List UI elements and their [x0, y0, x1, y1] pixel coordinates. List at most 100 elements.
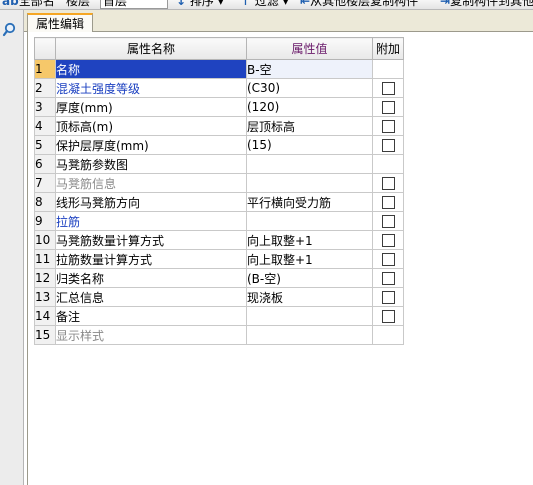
column-header-value[interactable]: 属性值 — [246, 37, 373, 60]
property-value-cell[interactable] — [246, 173, 373, 193]
extra-cell[interactable] — [372, 287, 404, 307]
extra-checkbox[interactable] — [381, 177, 395, 190]
row-number[interactable]: 11 — [34, 249, 56, 269]
extra-cell[interactable] — [372, 268, 404, 288]
property-name-cell[interactable]: 拉筋数量计算方式 — [55, 249, 247, 269]
property-name-label: 汇总信息 — [56, 290, 105, 305]
table-row[interactable]: 2 混凝土强度等级 (C30) — [34, 78, 404, 98]
extra-checkbox[interactable] — [381, 272, 395, 285]
property-name-cell[interactable]: 名称 — [55, 59, 247, 79]
property-name-cell[interactable]: 显示样式 — [55, 325, 247, 345]
extra-checkbox[interactable] — [381, 196, 395, 209]
floor-select[interactable]: 首层 — [100, 0, 168, 9]
table-row[interactable]: 7 马凳筋信息 — [34, 173, 404, 193]
property-name-cell[interactable]: 顶标高(m) — [55, 116, 247, 136]
filter-button[interactable]: ⊤ 过滤 ▾ — [240, 0, 289, 8]
extra-checkbox[interactable] — [381, 82, 395, 95]
extra-cell[interactable] — [372, 97, 404, 117]
search-button[interactable] — [2, 21, 20, 39]
extra-checkbox[interactable] — [381, 101, 395, 114]
extra-cell[interactable] — [372, 78, 404, 98]
property-name-cell[interactable]: 保护层厚度(mm) — [55, 135, 247, 155]
extra-cell[interactable] — [372, 192, 404, 212]
row-number[interactable]: 12 — [34, 268, 56, 288]
property-name-cell[interactable]: 马凳筋参数图 — [55, 154, 247, 174]
extra-checkbox[interactable] — [381, 215, 395, 228]
row-number[interactable]: 6 — [34, 154, 56, 174]
tab-property-edit[interactable]: 属性编辑 — [27, 13, 94, 33]
property-value-cell[interactable] — [246, 211, 373, 231]
property-value-cell[interactable]: (15) — [246, 135, 373, 155]
column-header-extra[interactable]: 附加 — [372, 37, 404, 60]
row-number[interactable]: 9 — [34, 211, 56, 231]
property-value-cell[interactable]: (120) — [246, 97, 373, 117]
table-row[interactable]: 11 拉筋数量计算方式 向上取整+1 — [34, 249, 404, 269]
column-header-name[interactable]: 属性名称 — [55, 37, 247, 60]
extra-checkbox[interactable] — [381, 291, 395, 304]
row-number[interactable]: 7 — [34, 173, 56, 193]
row-number[interactable]: 10 — [34, 230, 56, 250]
property-name-label: 马凳筋数量计算方式 — [56, 233, 165, 248]
property-name-label: 备注 — [56, 309, 81, 324]
property-name-cell[interactable]: 马凳筋信息 — [55, 173, 247, 193]
table-row[interactable]: 10 马凳筋数量计算方式 向上取整+1 — [34, 230, 404, 250]
table-row[interactable]: 3 厚度(mm) (120) — [34, 97, 404, 117]
property-name-label: 归类名称 — [56, 271, 105, 286]
copy-from-floor-button[interactable]: ⇤从其他楼层复制构件 — [300, 0, 418, 8]
extra-checkbox[interactable] — [381, 139, 395, 152]
table-row[interactable]: 15 显示样式 — [34, 325, 404, 345]
extra-checkbox[interactable] — [381, 120, 395, 133]
toolbar-name-button[interactable]: ab全部名 — [2, 0, 55, 8]
extra-checkbox[interactable] — [381, 310, 395, 323]
extra-cell[interactable] — [372, 249, 404, 269]
extra-cell[interactable] — [372, 173, 404, 193]
extra-cell[interactable] — [372, 306, 404, 326]
extra-checkbox[interactable] — [381, 234, 395, 247]
row-number[interactable]: 4 — [34, 116, 56, 136]
row-number[interactable]: 8 — [34, 192, 56, 212]
property-value-cell[interactable]: 向上取整+1 — [246, 230, 373, 250]
property-name-cell[interactable]: 厚度(mm) — [55, 97, 247, 117]
property-value-cell[interactable] — [246, 306, 373, 326]
table-row[interactable]: 13 汇总信息 现浇板 — [34, 287, 404, 307]
row-number[interactable]: 3 — [34, 97, 56, 117]
table-row[interactable]: 8 线形马凳筋方向 平行横向受力筋 — [34, 192, 404, 212]
property-value-cell[interactable]: 平行横向受力筋 — [246, 192, 373, 212]
property-value-cell[interactable]: 层顶标高 — [246, 116, 373, 136]
property-name-label: 马凳筋信息 — [56, 176, 117, 191]
row-number[interactable]: 15 — [34, 325, 56, 345]
property-value-cell[interactable]: B-空 — [246, 59, 373, 79]
property-name-cell[interactable]: 线形马凳筋方向 — [55, 192, 247, 212]
table-row[interactable]: 6 马凳筋参数图 — [34, 154, 404, 174]
property-value-cell[interactable]: 现浇板 — [246, 287, 373, 307]
property-name-cell[interactable]: 备注 — [55, 306, 247, 326]
row-number[interactable]: 1 — [34, 59, 56, 79]
extra-cell[interactable] — [372, 211, 404, 231]
extra-cell[interactable] — [372, 116, 404, 136]
row-number[interactable]: 13 — [34, 287, 56, 307]
row-number[interactable]: 5 — [34, 135, 56, 155]
sort-button[interactable]: ↕ 排序 ▾ — [176, 0, 224, 8]
table-row[interactable]: 14 备注 — [34, 306, 404, 326]
table-row[interactable]: 4 顶标高(m) 层顶标高 — [34, 116, 404, 136]
property-value-cell[interactable] — [246, 325, 373, 345]
property-name-cell[interactable]: 混凝土强度等级 — [55, 78, 247, 98]
table-row[interactable]: 9 拉筋 — [34, 211, 404, 231]
property-value-cell[interactable]: 向上取整+1 — [246, 249, 373, 269]
property-name-cell[interactable]: 马凳筋数量计算方式 — [55, 230, 247, 250]
extra-checkbox[interactable] — [381, 253, 395, 266]
row-number[interactable]: 2 — [34, 78, 56, 98]
row-number[interactable]: 14 — [34, 306, 56, 326]
property-name-cell[interactable]: 汇总信息 — [55, 287, 247, 307]
property-value-cell[interactable] — [246, 154, 373, 174]
table-row[interactable]: 1 名称 B-空 — [34, 59, 404, 79]
table-row[interactable]: 12 归类名称 (B-空) — [34, 268, 404, 288]
property-name-cell[interactable]: 归类名称 — [55, 268, 247, 288]
extra-cell[interactable] — [372, 230, 404, 250]
property-value-cell[interactable]: (B-空) — [246, 268, 373, 288]
copy-to-floor-button[interactable]: ⇥复制构件到其他楼层 — [440, 0, 533, 8]
table-row[interactable]: 5 保护层厚度(mm) (15) — [34, 135, 404, 155]
property-name-cell[interactable]: 拉筋 — [55, 211, 247, 231]
property-value-cell[interactable]: (C30) — [246, 78, 373, 98]
extra-cell[interactable] — [372, 135, 404, 155]
